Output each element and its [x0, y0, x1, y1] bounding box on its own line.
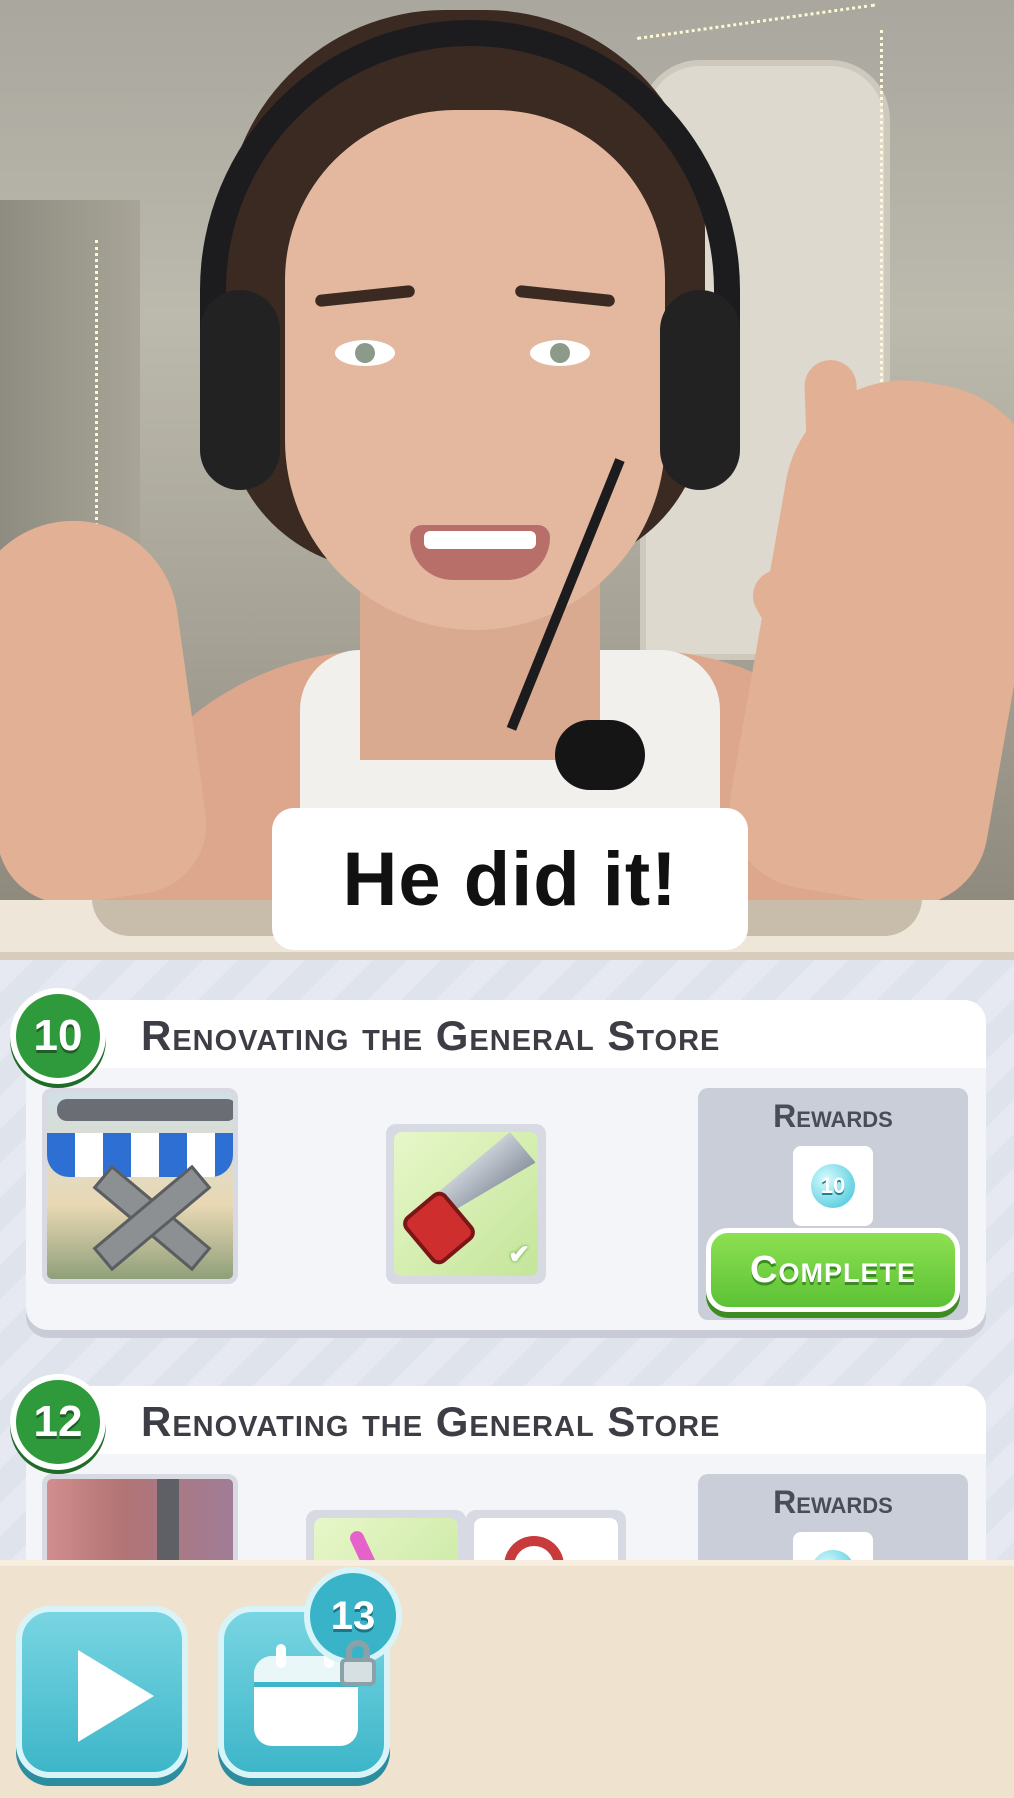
quest-level-number: 10 [33, 1011, 83, 1060]
quest-level-badge: 10 [10, 988, 106, 1084]
reward-tile: 10 [793, 1146, 873, 1226]
store-awning [47, 1133, 233, 1177]
check-icon: ✔ [508, 1239, 530, 1269]
quest-title: Renovating the General Store [141, 1398, 721, 1445]
headset-earcup [660, 290, 740, 490]
caption-text: He did it! [342, 836, 678, 922]
mouth [410, 525, 550, 580]
lock-body [340, 1658, 376, 1686]
caption-box: He did it! [272, 808, 748, 950]
rewards-label: Rewards [773, 1098, 893, 1134]
calendar-count: 13 [330, 1593, 376, 1638]
quest-title-bar: Renovating the General Store [26, 1000, 986, 1068]
quest-title-bar: Renovating the General Store [26, 1386, 986, 1454]
headset-mic [555, 720, 645, 790]
divider [0, 952, 1014, 960]
play-icon [78, 1650, 154, 1742]
quest-level-number: 12 [33, 1397, 83, 1446]
reward-amount: 10 [820, 1173, 846, 1198]
complete-button-label: Complete [750, 1248, 916, 1291]
quest-item-slot[interactable]: ✔ [386, 1124, 546, 1284]
store-pipe [57, 1099, 233, 1121]
saw-icon: ✔ [394, 1132, 538, 1276]
left-hand [0, 507, 216, 900]
play-button[interactable] [16, 1606, 188, 1778]
rewards-label: Rewards [773, 1484, 893, 1520]
quest-level-badge: 12 [10, 1374, 106, 1470]
complete-button[interactable]: Complete [706, 1228, 960, 1312]
screen: He did it! Renovating the General Store … [0, 0, 1014, 1798]
bottom-bar [0, 1560, 1014, 1798]
lock-icon [336, 1640, 380, 1688]
webcam-video [0, 0, 1014, 900]
headset-earcup [200, 290, 280, 490]
quest-title: Renovating the General Store [141, 1012, 721, 1059]
rewards-panel: Rewards 10 Complete [698, 1088, 968, 1320]
gem-icon: 10 [811, 1164, 855, 1208]
quest-store-image [42, 1088, 238, 1284]
quest-card: Renovating the General Store 10 ✔ Reward… [10, 988, 986, 1330]
